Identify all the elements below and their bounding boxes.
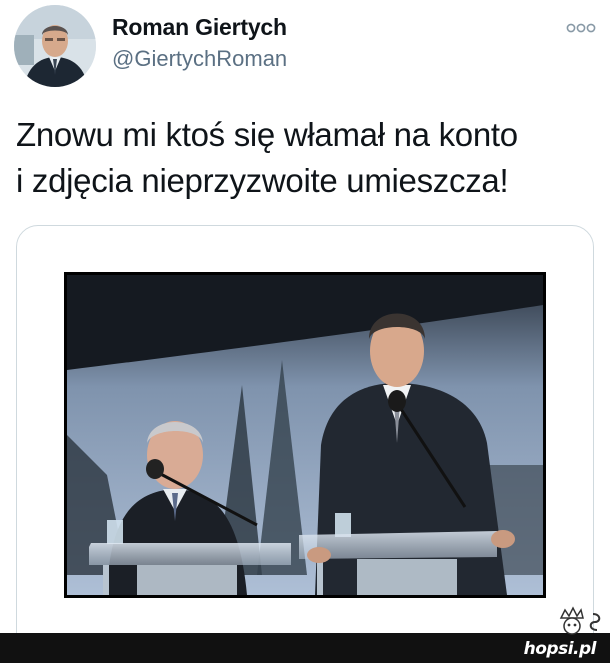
tweet-text: Znowu mi ktoś się włamał na konto i zdję…: [16, 112, 606, 204]
more-horizontal-icon[interactable]: [566, 21, 596, 35]
watermark-mascot-icon: [559, 606, 601, 635]
photo-two-men-at-podiums-icon: [67, 275, 543, 595]
tweet-photo[interactable]: [64, 272, 546, 598]
author-handle[interactable]: @GiertychRoman: [112, 46, 287, 72]
watermark-text: hopsi.pl: [523, 639, 597, 659]
tweet-text-line: i zdjęcia nieprzyzwoite umieszcza!: [16, 162, 509, 199]
tweet-text-line: Znowu mi ktoś się włamał na konto: [16, 116, 518, 153]
author-display-name[interactable]: Roman Giertych: [112, 14, 287, 41]
avatar[interactable]: [14, 5, 96, 87]
watermark-bar: hopsi.pl: [0, 633, 610, 663]
avatar-photo-icon: [14, 5, 96, 87]
tweet-screenshot: Roman Giertych @GiertychRoman Znowu mi k…: [0, 0, 610, 663]
